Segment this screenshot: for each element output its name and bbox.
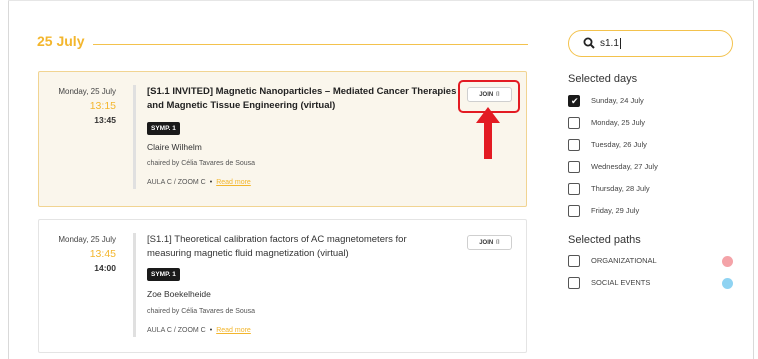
search-value: s1.1 [600,38,619,50]
session-title[interactable]: [S1.1 INVITED] Magnetic Nanoparticles – … [147,85,457,113]
session-title-line: [S1.1 INVITED] Magnetic Nanoparticles – … [147,86,457,97]
path-filter-label: SOCIAL EVENTS [591,278,651,287]
checkbox[interactable]: ✔ [568,95,580,107]
speaker-name: Zoe Boekelheide [147,289,211,299]
date-heading: 25 July [37,33,85,49]
join-button[interactable]: JOIN ⌷ [467,235,512,250]
checkmark-icon: ✔ [571,96,579,106]
checkbox[interactable] [568,183,580,195]
search-icon [583,37,595,49]
session-divider [133,233,136,337]
checkbox[interactable] [568,161,580,173]
session-card[interactable]: Monday, 25 July 13:45 14:00 [S1.1] Theor… [38,219,527,353]
day-filter-label: Wednesday, 27 July [591,162,658,171]
day-filter-label: Thursday, 28 July [591,184,650,193]
text-caret [619,38,621,49]
chair-text: chaired by Célia Tavares de Sousa [147,160,256,167]
read-more-link[interactable]: Read more [216,327,251,334]
session-title-line: [S1.1] Theoretical calibration factors o… [147,234,407,245]
room-info: AULA C / ZOOM C • Read more [147,179,251,186]
session-divider [133,85,136,189]
checkbox[interactable] [568,277,580,289]
checkbox[interactable] [568,117,580,129]
path-filter-label: ORGANIZATIONAL [591,256,657,265]
session-start-time: 13:45 [89,248,116,260]
session-end-time: 13:45 [94,115,116,125]
session-end-time: 14:00 [94,263,116,273]
session-day: Monday, 25 July [58,87,116,96]
checkbox[interactable] [568,139,580,151]
path-color-dot [722,256,733,267]
room-label: AULA C / ZOOM C [147,179,206,186]
checkbox[interactable] [568,205,580,217]
path-color-dot [722,278,733,289]
search-input: s1.1 [600,38,621,49]
day-filter-label: Friday, 29 July [591,206,640,215]
separator-dot: • [209,179,213,186]
join-button-label: JOIN [479,240,494,246]
session-day: Monday, 25 July [58,235,116,244]
top-divider [8,0,754,1]
selected-days-heading: Selected days [568,73,638,85]
chair-text: chaired by Célia Tavares de Sousa [147,308,256,315]
annotation-arrow-icon [476,107,500,159]
symposium-badge: SYMP. 1 [147,122,180,135]
selected-paths-heading: Selected paths [568,234,641,246]
search-field[interactable]: s1.1 [568,30,733,57]
symposium-badge: SYMP. 1 [147,268,180,281]
session-title-line: measuring magnetic fluid magnetization (… [147,248,349,259]
room-label: AULA C / ZOOM C [147,327,206,334]
checkbox[interactable] [568,255,580,267]
camera-icon: ⌷ [496,240,500,246]
session-title[interactable]: [S1.1] Theoretical calibration factors o… [147,233,457,261]
speaker-name: Claire Wilhelm [147,142,202,152]
day-filter-label: Monday, 25 July [591,118,646,127]
read-more-link[interactable]: Read more [216,179,251,186]
separator-dot: • [209,327,213,334]
day-filter-label: Tuesday, 26 July [591,140,647,149]
session-card[interactable]: Monday, 25 July 13:15 13:45 [S1.1 INVITE… [38,71,527,207]
session-start-time: 13:15 [89,100,116,112]
date-heading-rule [93,44,528,45]
day-filter-label: Sunday, 24 July [591,96,644,105]
session-title-line: and Magnetic Tissue Engineering (virtual… [147,100,336,111]
room-info: AULA C / ZOOM C • Read more [147,327,251,334]
